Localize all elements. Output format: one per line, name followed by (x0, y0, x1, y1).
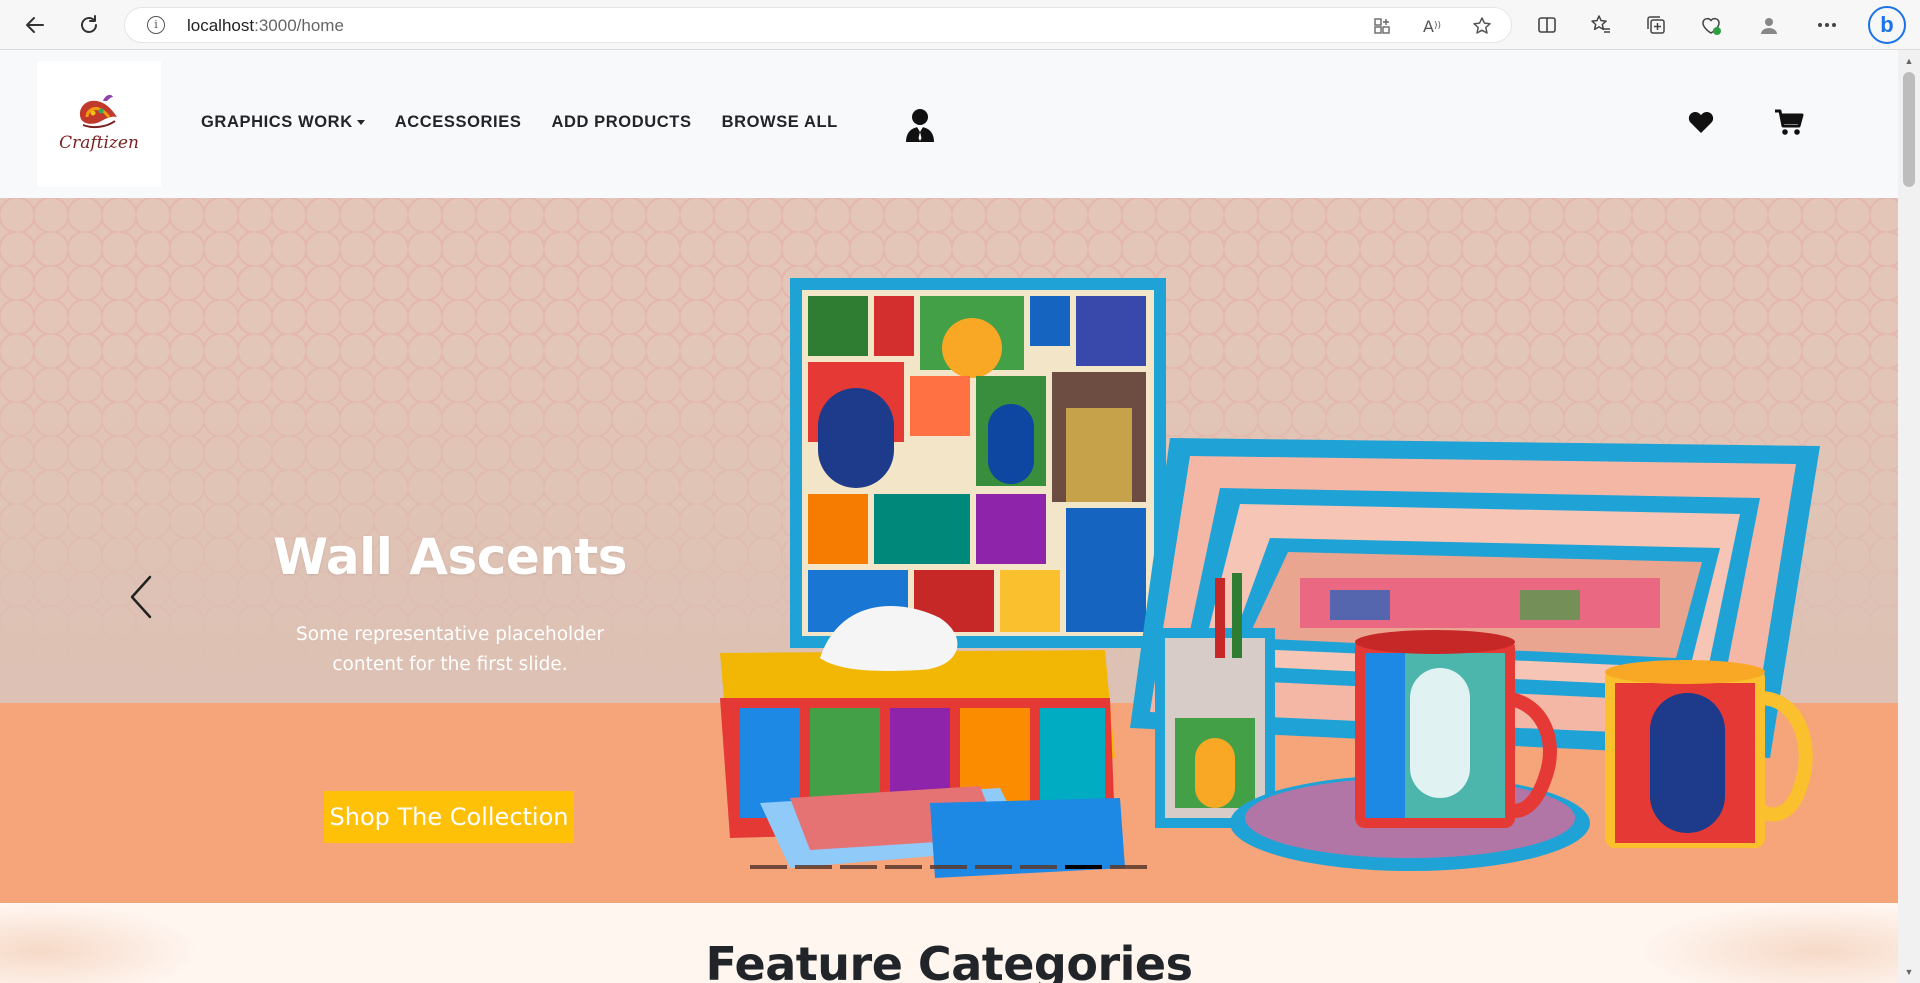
site-info-icon[interactable]: i (147, 16, 165, 34)
site-logo[interactable]: Craftizen (37, 61, 161, 187)
menu-accessories[interactable]: ACCESSORIES (395, 113, 522, 132)
menu-add-products[interactable]: ADD PRODUCTS (551, 113, 691, 132)
site-navbar: Craftizen GRAPHICS WORK ACCESSORIES ADD … (0, 50, 1898, 198)
page-scrollbar[interactable]: ▲ ▼ (1898, 50, 1920, 983)
carousel-indicator[interactable] (1020, 865, 1057, 869)
collections-icon[interactable] (1643, 12, 1669, 38)
profile-icon[interactable] (1756, 12, 1782, 38)
page-viewport: Craftizen GRAPHICS WORK ACCESSORIES ADD … (0, 50, 1898, 983)
bing-copilot-icon[interactable]: b (1868, 6, 1906, 44)
cart-icon[interactable] (1774, 108, 1804, 136)
carousel-indicators (750, 865, 1147, 869)
carousel-indicator[interactable] (930, 865, 967, 869)
browser-essentials-icon[interactable] (1698, 12, 1724, 38)
menu-browse-all[interactable]: BROWSE ALL (722, 113, 838, 132)
feature-categories-title: Feature Categories (705, 937, 1193, 983)
scroll-down-icon[interactable]: ▼ (1904, 967, 1914, 977)
hero-title: Wall Ascents (272, 528, 628, 586)
favorite-star-icon[interactable] (1471, 15, 1493, 37)
carousel-indicator[interactable] (885, 865, 922, 869)
browser-toolbar: i localhost:3000/home A)) b (0, 0, 1920, 50)
carousel-indicator[interactable] (750, 865, 787, 869)
favorites-icon[interactable] (1588, 12, 1614, 38)
menu-graphics-work[interactable]: GRAPHICS WORK (201, 113, 365, 132)
more-options-icon[interactable] (1814, 12, 1840, 38)
feature-categories-section: Feature Categories (0, 903, 1898, 983)
carousel-indicator[interactable] (1110, 865, 1147, 869)
carousel-prev-icon[interactable] (126, 573, 156, 621)
carousel-indicator[interactable] (1065, 865, 1102, 869)
hero-carousel: Wall Ascents Some representative placeho… (0, 198, 1898, 903)
hero-text-line2: content for the first slide. (332, 654, 568, 675)
url-text[interactable]: localhost:3000/home (187, 16, 344, 36)
dropdown-caret-icon (356, 120, 365, 126)
logo-peacock-icon (79, 94, 117, 129)
refresh-icon[interactable] (74, 10, 104, 40)
carousel-indicator[interactable] (975, 865, 1012, 869)
hero-caption: Wall Ascents Some representative placeho… (250, 528, 650, 680)
hero-text-line1: Some representative placeholder (296, 624, 604, 645)
app-available-icon[interactable] (1371, 15, 1393, 37)
heart-icon[interactable] (1688, 110, 1714, 134)
split-screen-icon[interactable] (1534, 12, 1560, 38)
back-icon[interactable] (20, 10, 50, 40)
scrollbar-thumb[interactable] (1903, 72, 1915, 187)
carousel-indicator[interactable] (840, 865, 877, 869)
hero-text: Some representative placeholder content f… (250, 620, 650, 680)
user-icon[interactable] (905, 108, 935, 142)
wall-frame-art (790, 278, 1166, 648)
main-menu: GRAPHICS WORK ACCESSORIES ADD PRODUCTS B… (201, 113, 838, 132)
scroll-up-icon[interactable]: ▲ (1904, 56, 1914, 66)
read-aloud-icon[interactable]: A)) (1421, 15, 1443, 37)
carousel-indicator[interactable] (795, 865, 832, 869)
menu-graphics-work-label: GRAPHICS WORK (201, 113, 353, 131)
logo-text: Craftizen (59, 133, 139, 153)
address-bar[interactable]: i localhost:3000/home A)) (124, 7, 1512, 43)
shop-collection-button[interactable]: Shop The Collection (324, 791, 574, 843)
